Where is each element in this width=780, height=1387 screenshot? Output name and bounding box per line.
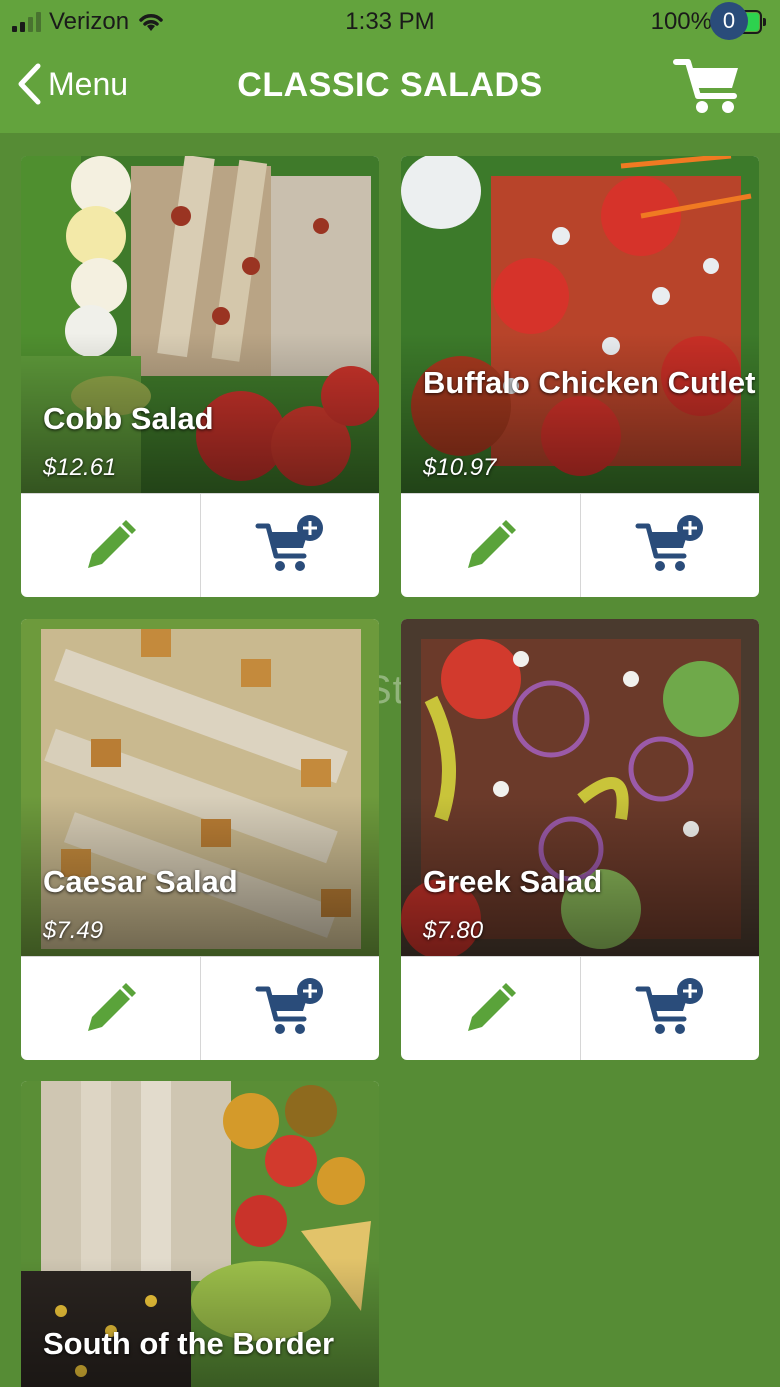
item-actions [401, 956, 759, 1060]
menu-item-card[interactable]: South of the Border [21, 1081, 379, 1387]
item-photo: Buffalo Chicken Cutlet $10.97 [401, 156, 759, 493]
item-photo: South of the Border [21, 1081, 379, 1387]
item-photo: Cobb Salad $12.61 [21, 156, 379, 493]
cart-plus-icon [635, 514, 703, 571]
item-name: South of the Border [43, 1326, 335, 1361]
edit-button[interactable] [401, 494, 580, 597]
item-name: Caesar Salad [43, 864, 238, 899]
cart-icon [673, 59, 738, 113]
item-price: $7.80 [423, 917, 484, 944]
menu-item-card[interactable]: Buffalo Chicken Cutlet $10.97 [401, 156, 759, 597]
pencil-icon [468, 982, 517, 1031]
item-name: Cobb Salad [43, 401, 214, 436]
header: Verizon 1:33 PM 100% Menu CLASSIC SALADS [0, 0, 780, 133]
status-bar: Verizon 1:33 PM 100% [0, 0, 780, 44]
edit-button[interactable] [21, 957, 200, 1060]
item-price: $10.97 [423, 454, 497, 481]
page-title: CLASSIC SALADS [237, 66, 543, 104]
item-price: $7.49 [43, 917, 104, 944]
pencil-icon [88, 519, 137, 568]
pencil-icon [468, 519, 517, 568]
add-to-cart-button[interactable] [199, 957, 380, 1060]
battery-percent: 100% [650, 8, 712, 35]
item-actions [21, 956, 379, 1060]
menu-item-card[interactable]: Greek Salad $7.80 [401, 619, 759, 1060]
add-to-cart-button[interactable] [579, 957, 760, 1060]
item-actions [401, 493, 759, 597]
cart-plus-icon [255, 514, 323, 571]
item-actions [21, 493, 379, 597]
pencil-icon [88, 982, 137, 1031]
item-name: Buffalo Chicken Cutlet [423, 365, 756, 400]
item-photo: Caesar Salad $7.49 [21, 619, 379, 956]
add-to-cart-button[interactable] [199, 494, 380, 597]
menu-item-card[interactable]: Caesar Salad $7.49 [21, 619, 379, 1060]
nav-bar: Menu CLASSIC SALADS [0, 44, 780, 133]
menu-item-card[interactable]: Cobb Salad $12.61 [21, 156, 379, 597]
cart-plus-icon [255, 977, 323, 1034]
edit-button[interactable] [21, 494, 200, 597]
item-name: Greek Salad [423, 864, 603, 899]
cart-button[interactable] [672, 44, 752, 124]
item-photo: Greek Salad $7.80 [401, 619, 759, 956]
edit-button[interactable] [401, 957, 580, 1060]
add-to-cart-button[interactable] [579, 494, 760, 597]
battery-group: 100% [651, 8, 766, 36]
cart-plus-icon [635, 977, 703, 1034]
cart-count-badge: 0 [710, 2, 748, 40]
item-price: $12.61 [43, 454, 117, 481]
